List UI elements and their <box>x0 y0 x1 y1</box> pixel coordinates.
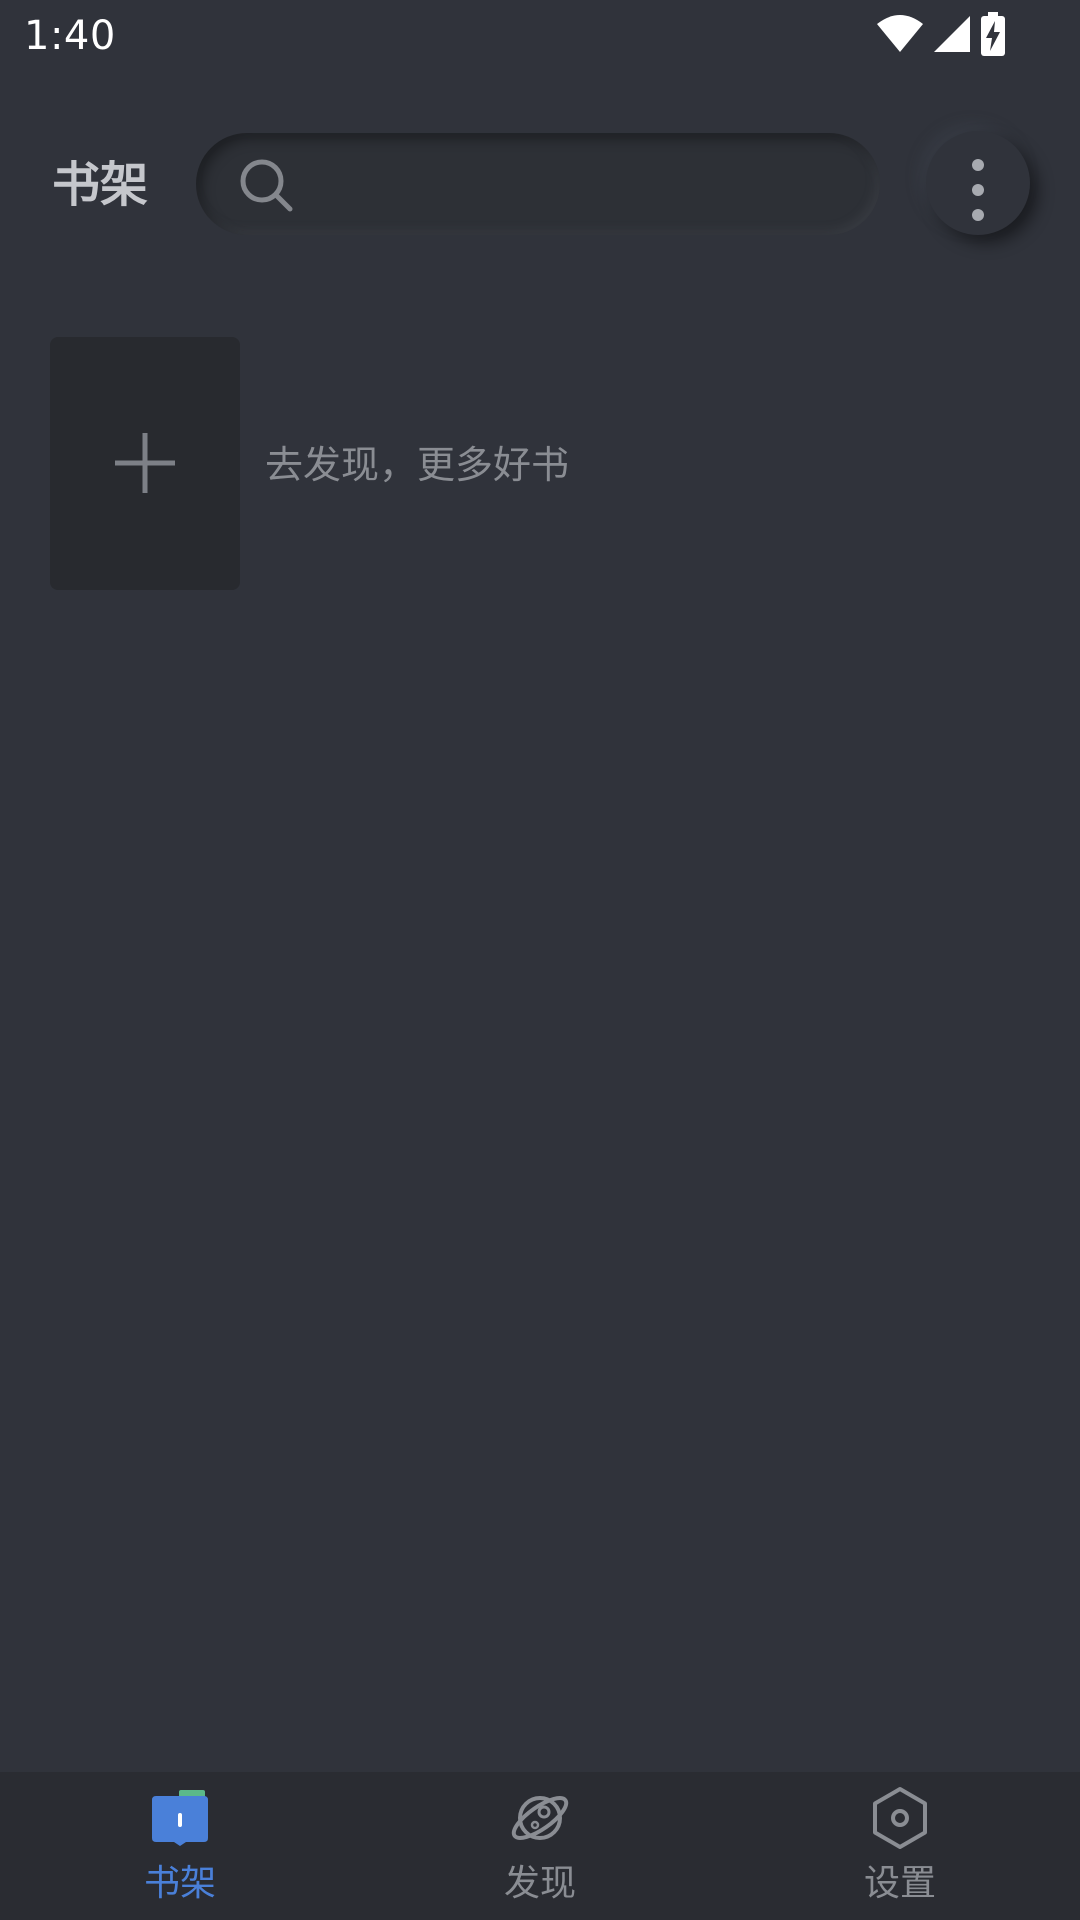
more-options-button[interactable] <box>926 131 1030 235</box>
search-input[interactable] <box>306 153 850 217</box>
page-title: 书架 <box>52 157 149 213</box>
plus-icon <box>115 433 175 493</box>
nav-label-bookshelf: 书架 <box>143 1863 216 1904</box>
hexagon-settings-icon <box>873 1787 927 1849</box>
battery-charging-icon <box>980 12 1006 60</box>
discover-hint[interactable]: 去发现，更多好书 <box>265 435 569 495</box>
search-icon <box>240 159 293 212</box>
add-book-card[interactable] <box>50 337 240 590</box>
nav-item-discover[interactable]: 发现 <box>360 1772 720 1920</box>
wifi-icon <box>876 14 924 58</box>
top-bar: 书架 <box>0 120 1080 246</box>
bottom-navigation: 书架 发现 设置 <box>0 1772 1080 1920</box>
status-bar: 1:40 <box>0 0 1080 72</box>
status-icons <box>876 12 1006 60</box>
nav-label-settings: 设置 <box>863 1863 936 1904</box>
search-bar[interactable] <box>196 133 880 235</box>
nav-label-discover: 发现 <box>503 1863 576 1904</box>
planet-icon <box>511 1796 569 1840</box>
cell-signal-icon <box>932 14 972 58</box>
nav-item-settings[interactable]: 设置 <box>720 1772 1080 1920</box>
bookshelf-icon <box>152 1790 208 1846</box>
more-vertical-icon <box>972 159 984 221</box>
status-time: 1:40 <box>24 13 116 59</box>
nav-item-bookshelf[interactable]: 书架 <box>0 1772 360 1920</box>
